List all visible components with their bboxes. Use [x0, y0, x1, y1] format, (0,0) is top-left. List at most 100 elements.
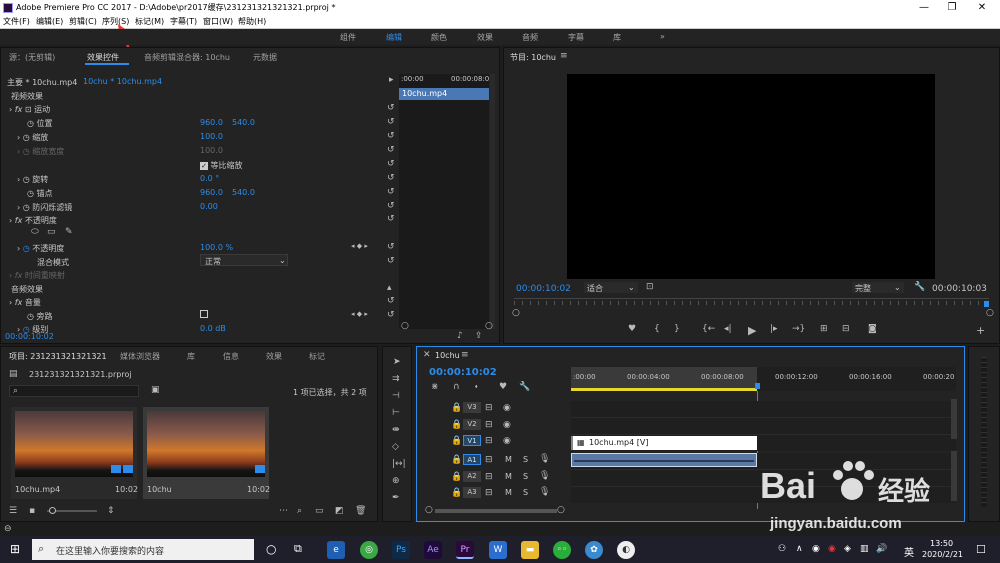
sync-lock-icon[interactable]: ⊟ — [485, 403, 493, 413]
track-a2[interactable]: A2 — [463, 471, 481, 482]
tray-icon[interactable]: ◈ — [844, 544, 851, 554]
reset-icon[interactable]: ↺ — [387, 242, 395, 252]
ellipse-mask-icon[interactable]: ⬭ — [31, 227, 39, 237]
zoom-circle-icon[interactable]: ○ — [512, 308, 520, 318]
sort-icon[interactable]: ⇕ — [107, 506, 115, 516]
project-item[interactable]: 10chu.mp4 10:02 — [11, 407, 138, 499]
tab-effects[interactable]: 效果 — [266, 351, 282, 362]
trash-icon[interactable]: 🗑 — [355, 506, 366, 516]
play-triangle-icon[interactable]: ▸ — [389, 75, 394, 85]
video-clip[interactable]: ▦ 10chu.mp4 [V] — [571, 436, 757, 450]
scale-value[interactable]: 100.0 — [200, 132, 223, 141]
mark-out-icon[interactable]: } — [674, 324, 680, 334]
lock-icon[interactable]: 🔒 — [451, 455, 462, 465]
video-vertical-scrollbar[interactable] — [951, 399, 957, 439]
scroll-up-icon[interactable]: ▴ — [387, 283, 392, 293]
track-v2[interactable]: V2 — [463, 419, 481, 430]
time-remap-row[interactable]: › fx 时间重映射 — [9, 270, 65, 281]
file-explorer-icon[interactable]: ▬ — [521, 541, 539, 559]
people-icon[interactable]: ⚇ — [778, 544, 786, 554]
camera-icon[interactable]: ◙ — [868, 324, 877, 334]
bypass-label[interactable]: ◷ 旁路 — [27, 311, 53, 322]
microphone-icon[interactable]: 🎙 — [539, 471, 550, 481]
step-forward-icon[interactable]: |▸ — [770, 324, 778, 334]
position-y-value[interactable]: 540.0 — [232, 118, 255, 127]
workspace-color[interactable]: 颜色 — [431, 32, 447, 43]
photoshop-icon[interactable]: Ps — [392, 541, 410, 559]
sync-lock-icon[interactable]: ⊟ — [485, 455, 493, 465]
position-x-value[interactable]: 960.0 — [200, 118, 223, 127]
after-effects-icon[interactable]: Ae — [424, 541, 442, 559]
workspace-more-button[interactable]: » — [660, 32, 665, 41]
app-icon[interactable]: ✿ — [585, 541, 603, 559]
reset-icon[interactable]: ↺ — [387, 296, 395, 306]
effect-controls-timecode[interactable]: 00:00:10:02 — [5, 332, 54, 341]
track-a1[interactable]: A1 — [463, 454, 481, 465]
zoom-circle-icon[interactable]: ○ — [986, 308, 994, 318]
weibo-tray-icon[interactable]: ◉ — [828, 544, 836, 554]
sync-lock-icon[interactable]: ⊟ — [485, 488, 493, 498]
track-a3[interactable]: A3 — [463, 487, 481, 498]
razor-tool-icon[interactable]: ◇ — [392, 442, 399, 452]
solo-button[interactable]: S — [523, 455, 528, 464]
uniform-scale-checkbox[interactable]: ✓ 等比缩放 — [200, 160, 243, 171]
project-item[interactable]: 10chu 10:02 — [143, 407, 270, 499]
motion-fx-row[interactable]: › fx ⊡ 运动 — [9, 104, 50, 115]
lock-icon[interactable]: 🔒 — [451, 403, 462, 413]
reset-icon[interactable]: ↺ — [387, 214, 395, 224]
antiflicker-label[interactable]: › ◷ 防闪烁滤镜 — [17, 202, 72, 213]
tray-chevron-icon[interactable]: ∧ — [796, 544, 803, 554]
solo-button[interactable]: S — [523, 488, 528, 497]
volume-icon[interactable]: 🔊 — [876, 544, 887, 554]
workspace-assembly[interactable]: 组件 — [340, 32, 356, 43]
reset-icon[interactable]: ↺ — [387, 173, 395, 183]
windows-start-icon[interactable]: ⊞ — [10, 542, 20, 556]
rotation-label[interactable]: › ◷ 旋转 — [17, 174, 48, 185]
notification-icon[interactable]: ☐ — [976, 543, 986, 556]
lock-icon[interactable]: 🔒 — [451, 472, 462, 482]
anchor-x-value[interactable]: 960.0 — [200, 188, 223, 197]
menu-window[interactable]: 窗口(W) — [203, 16, 233, 27]
maximize-button[interactable]: ❐ — [938, 0, 966, 15]
anchor-label[interactable]: ◷ 锚点 — [27, 188, 53, 199]
video-track-area[interactable]: ▦ 10chu.mp4 [V] — [571, 401, 956, 451]
track-v3[interactable]: V3 — [463, 402, 481, 413]
reset-icon[interactable]: ↺ — [387, 103, 395, 113]
keyframe-nav-icon[interactable]: ◂ ◆ ▸ — [351, 242, 368, 250]
network-icon[interactable]: ▥ — [860, 544, 869, 554]
automate-icon[interactable]: ⋯ — [279, 506, 288, 516]
selection-tool-icon[interactable]: ➤ — [393, 357, 401, 367]
scale-label[interactable]: › ◷ 缩放 — [17, 132, 48, 143]
mute-button[interactable]: M — [505, 472, 512, 481]
volume-fx-row[interactable]: › fx 音量 — [9, 297, 41, 308]
workspace-titles[interactable]: 字幕 — [568, 32, 584, 43]
clip-sequence-label[interactable]: 10chu * 10chu.mp4 — [83, 77, 162, 86]
panel-menu-icon[interactable]: ≡ — [461, 350, 469, 360]
quality-select[interactable]: 完整 ⌄ — [852, 282, 904, 293]
solo-button[interactable]: S — [523, 472, 528, 481]
opacity-fx-row[interactable]: › fx 不透明度 — [9, 215, 57, 226]
eye-icon[interactable]: ◉ — [503, 436, 511, 446]
reset-icon[interactable]: ↺ — [387, 187, 395, 197]
reset-icon[interactable]: ↺ — [387, 159, 395, 169]
wrench-icon[interactable]: 🔧 — [914, 282, 925, 292]
bypass-checkbox[interactable] — [200, 310, 208, 318]
rectangle-mask-icon[interactable]: ▭ — [47, 227, 56, 237]
zoom-slider-handle[interactable] — [49, 507, 56, 514]
panel-menu-icon[interactable]: ≡ — [560, 51, 568, 61]
mark-in-icon[interactable]: { — [654, 324, 660, 334]
eye-icon[interactable]: ◉ — [503, 420, 511, 430]
add-marker-icon[interactable]: ⬪ — [475, 382, 478, 392]
tab-project[interactable]: 项目: 231231321321321 — [9, 351, 107, 362]
tab-effect-controls[interactable]: 效果控件 — [87, 52, 119, 63]
list-view-icon[interactable]: ☰ — [9, 506, 17, 516]
program-scrubber[interactable] — [514, 298, 989, 312]
keyframe-nav-icon[interactable]: ◂ ◆ ▸ — [351, 310, 368, 318]
fit-select[interactable]: 适合 ⌄ — [584, 282, 638, 293]
opacity-label[interactable]: › ◷ 不透明度 — [17, 243, 64, 254]
go-to-out-icon[interactable]: →} — [792, 324, 805, 334]
playhead-marker[interactable] — [984, 301, 989, 307]
program-timecode[interactable]: 00:00:10:02 — [516, 284, 571, 294]
tab-info[interactable]: 信息 — [223, 351, 239, 362]
project-search-input[interactable]: ⌕ — [9, 385, 139, 397]
